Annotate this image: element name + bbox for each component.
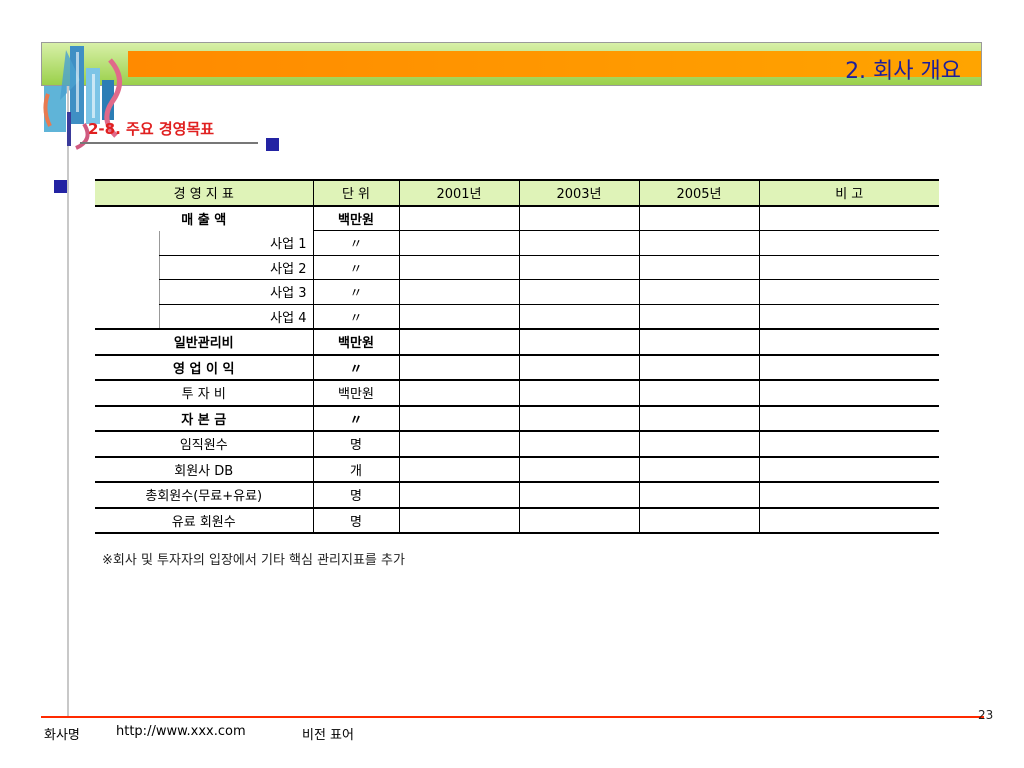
row-label: 사업 2 — [158, 255, 313, 280]
row-unit: 명 — [312, 431, 399, 458]
row-label: 유료 회원수 — [95, 507, 313, 534]
row-label: 영 업 이 익 — [95, 354, 313, 381]
header-cell: 2003년 — [518, 179, 639, 207]
row-label: 사업 1 — [158, 230, 313, 256]
table-row: 자 본 금 〃 — [95, 405, 939, 432]
header-banner: 2. 회사 개요 — [41, 42, 982, 86]
table-row: 사업 3 〃 — [95, 279, 939, 305]
section-underline — [80, 142, 258, 144]
row-unit: 〃 — [312, 405, 399, 432]
header-cell: 경 영 지 표 — [95, 179, 313, 207]
row-unit: 〃 — [312, 230, 399, 256]
table-row: 일반관리비 백만원 — [95, 329, 939, 356]
table-footnote: ※회사 및 투자자의 입장에서 기타 핵심 관리지표를 추가 — [102, 553, 405, 568]
row-unit: 〃 — [312, 304, 399, 330]
row-label: 자 본 금 — [95, 405, 313, 432]
kpi-table: 경 영 지 표 단 위 2001년 2003년 2005년 비 고 매 출 액 … — [95, 179, 939, 534]
table-row: 투 자 비 백만원 — [95, 380, 939, 407]
accent-square-icon — [266, 138, 279, 151]
table-row: 사업 4 〃 — [95, 304, 939, 330]
row-label: 임직원수 — [95, 431, 313, 458]
bullet-square-icon — [54, 180, 67, 193]
header-cell: 2001년 — [398, 179, 519, 207]
table-row: 사업 1 〃 — [95, 230, 939, 256]
footer-company: 화사명 — [44, 728, 80, 743]
row-label: 투 자 비 — [95, 380, 313, 407]
row-label: 사업 4 — [158, 304, 313, 330]
row-unit: 백만원 — [312, 329, 399, 356]
left-accent-bar — [67, 112, 71, 146]
row-unit: 개 — [312, 456, 399, 483]
row-label: 사업 3 — [158, 279, 313, 305]
table-row: 영 업 이 익 〃 — [95, 354, 939, 381]
row-unit: 명 — [312, 507, 399, 534]
table-row: 임직원수 명 — [95, 431, 939, 458]
table-row: 사업 2 〃 — [95, 255, 939, 280]
row-unit: 〃 — [312, 354, 399, 381]
header-cell: 비 고 — [758, 179, 939, 207]
footer-vision: 비전 표어 — [302, 728, 354, 743]
page-number: 23 — [978, 708, 994, 722]
row-label: 회원사 DB — [95, 456, 313, 483]
footer-url: http://www.xxx.com — [116, 724, 246, 739]
page-title: 2. 회사 개요 — [845, 59, 961, 84]
row-unit: 백만원 — [312, 380, 399, 407]
section-title: 2-8. 주요 경영목표 — [88, 120, 215, 138]
table-header-row: 경 영 지 표 단 위 2001년 2003년 2005년 비 고 — [95, 179, 939, 207]
row-unit: 백만원 — [312, 205, 399, 231]
row-label: 총회원수(무료+유료) — [95, 482, 313, 509]
header-cell: 단 위 — [312, 179, 399, 207]
table-row: 회원사 DB 개 — [95, 456, 939, 483]
header-cell: 2005년 — [638, 179, 759, 207]
row-unit: 〃 — [312, 255, 399, 280]
row-label: 매 출 액 — [181, 213, 227, 228]
table-row: 매 출 액 백만원 — [95, 205, 939, 231]
table-row: 유료 회원수 명 — [95, 507, 939, 534]
row-label: 일반관리비 — [95, 329, 313, 356]
table-row: 총회원수(무료+유료) 명 — [95, 482, 939, 509]
left-guide-line — [67, 86, 69, 716]
footer-divider — [41, 716, 984, 718]
row-unit: 〃 — [312, 279, 399, 305]
row-unit: 명 — [312, 482, 399, 509]
